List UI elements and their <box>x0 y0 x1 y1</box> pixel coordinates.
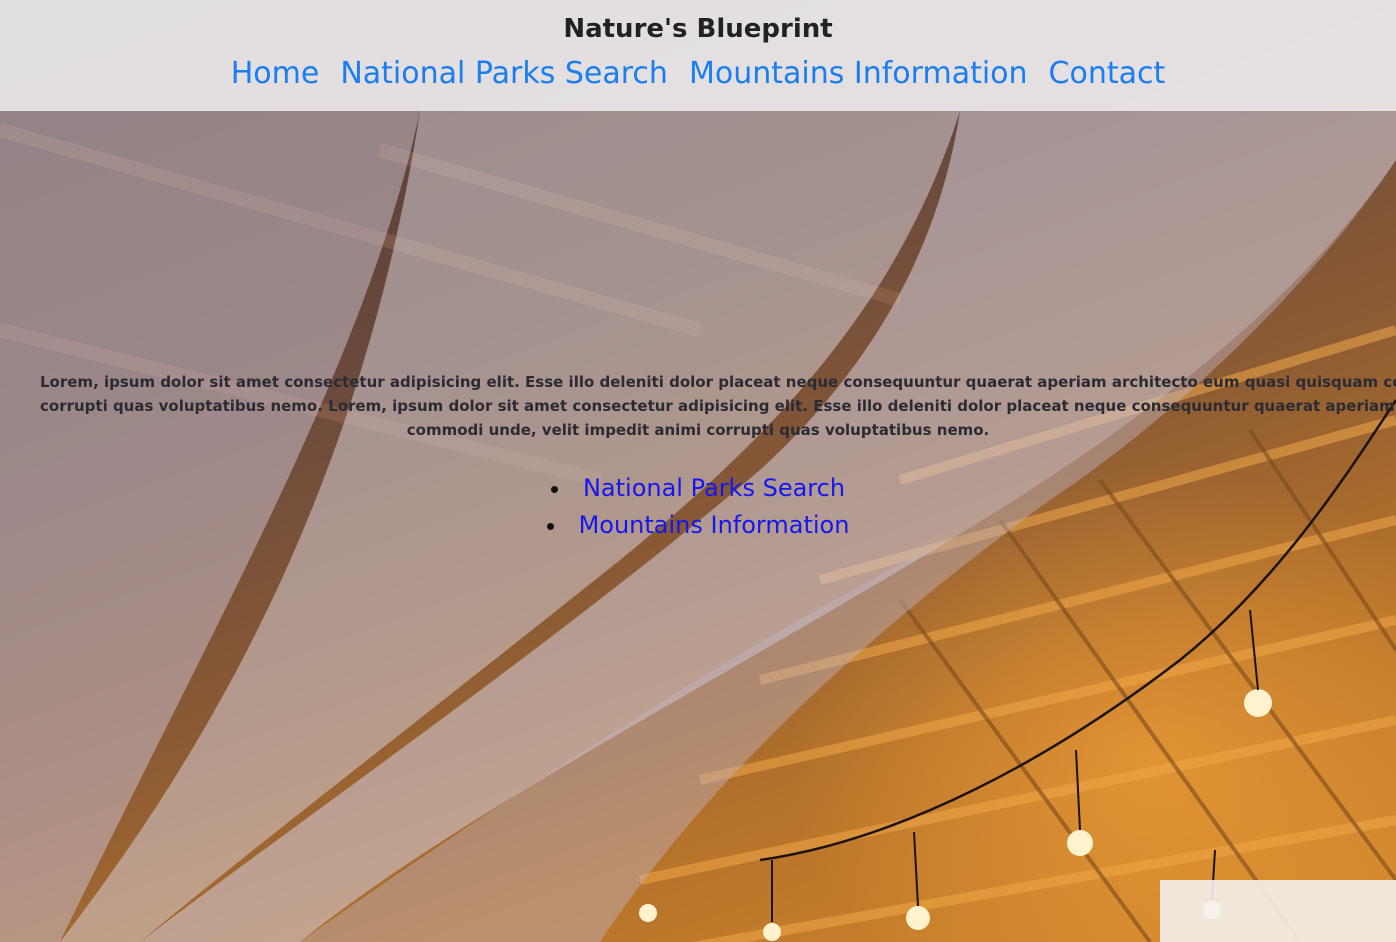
intro-paragraph-line-1: Lorem, ipsum dolor sit amet consectetur … <box>40 373 1396 391</box>
nav-link-contact[interactable]: Contact <box>1049 54 1166 94</box>
main-nav: Home National Parks Search Mountains Inf… <box>0 54 1396 94</box>
nav-link-national-parks-search[interactable]: National Parks Search <box>340 54 668 94</box>
link-national-parks-search[interactable]: National Parks Search <box>583 474 845 502</box>
site-title: Nature's Blueprint <box>563 14 833 44</box>
intro-paragraph: Lorem, ipsum dolor sit amet consectetur … <box>20 370 1396 418</box>
list-item: Mountains Information <box>0 507 1396 544</box>
nav-link-home[interactable]: Home <box>231 54 320 94</box>
link-mountains-information[interactable]: Mountains Information <box>579 511 850 539</box>
page-links-list: National Parks Search Mountains Informat… <box>0 470 1396 544</box>
intro-paragraph-line-3: commodi unde, velit impedit animi corrup… <box>406 421 990 439</box>
intro-paragraph-line-2: corrupti quas voluptatibus nemo. Lorem, … <box>40 397 1396 415</box>
nav-link-mountains-information[interactable]: Mountains Information <box>689 54 1028 94</box>
main-content: Lorem, ipsum dolor sit amet consectetur … <box>0 370 1396 544</box>
list-item: National Parks Search <box>0 470 1396 507</box>
site-header: Nature's Blueprint Home National Parks S… <box>0 0 1396 111</box>
